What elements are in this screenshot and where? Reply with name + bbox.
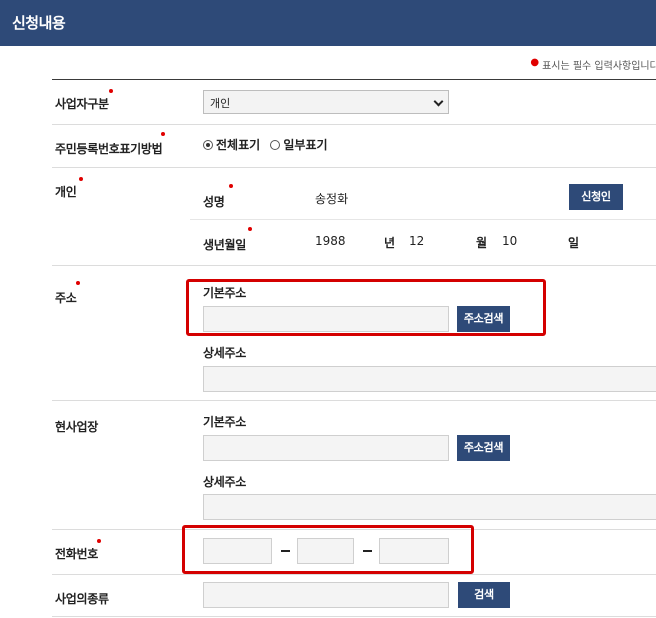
row-divider bbox=[52, 616, 656, 617]
radio-checked-icon[interactable] bbox=[203, 140, 213, 150]
header-bar: 신청내용 bbox=[0, 0, 656, 46]
sub-row-divider bbox=[190, 219, 656, 220]
birth-day-unit: 일 bbox=[568, 236, 580, 250]
row-divider bbox=[52, 167, 656, 168]
required-dot-icon bbox=[97, 539, 101, 543]
required-dot-icon bbox=[79, 177, 83, 181]
workplace-label: 현사업장 bbox=[55, 420, 98, 434]
birth-label: 생년월일 bbox=[203, 238, 246, 252]
individual-label: 개인 bbox=[55, 185, 77, 199]
applicant-button[interactable]: 신청인 bbox=[569, 184, 623, 210]
radio-full-display[interactable]: 전체표기 bbox=[203, 138, 260, 152]
name-value: 송정화 bbox=[315, 192, 349, 206]
table-top-line bbox=[52, 79, 656, 80]
workplace-detail-label: 상세주소 bbox=[203, 475, 246, 489]
name-label: 성명 bbox=[203, 195, 225, 209]
id-display-radio-group: 전체표기 일부표기 bbox=[203, 136, 334, 153]
business-kind-search-button[interactable]: 검색 bbox=[458, 582, 510, 608]
business-type-selected: 개인 bbox=[210, 97, 231, 110]
business-kind-input[interactable] bbox=[203, 582, 449, 608]
required-dot-icon bbox=[76, 281, 80, 285]
highlight-box-phone bbox=[182, 525, 474, 574]
birth-day: 10 bbox=[502, 234, 518, 248]
chevron-down-icon bbox=[433, 96, 444, 107]
address-detail-input[interactable] bbox=[203, 366, 656, 392]
required-dot-icon bbox=[229, 184, 233, 188]
row-divider bbox=[52, 574, 656, 575]
id-display-label: 주민등록번호표기방법 bbox=[55, 142, 163, 156]
radio-partial-display-label: 일부표기 bbox=[283, 138, 328, 152]
radio-unchecked-icon[interactable] bbox=[270, 140, 281, 150]
required-dot-icon bbox=[248, 227, 252, 231]
required-note: ● 표시는 필수 입력사항입니다. bbox=[530, 57, 656, 72]
page-title: 신청내용 bbox=[12, 14, 66, 32]
birth-month: 12 bbox=[409, 234, 425, 248]
address-label: 주소 bbox=[55, 291, 77, 305]
row-divider bbox=[52, 265, 656, 266]
required-dot-icon bbox=[109, 89, 113, 93]
business-kind-label: 사업의종류 bbox=[55, 592, 109, 606]
required-dot-icon: ● bbox=[530, 57, 540, 68]
business-type-label: 사업자구분 bbox=[55, 97, 109, 111]
workplace-search-button[interactable]: 주소검색 bbox=[457, 435, 510, 461]
birth-month-unit: 월 bbox=[476, 236, 488, 250]
required-note-text: 표시는 필수 입력사항입니다. bbox=[542, 61, 656, 72]
workplace-basic-input[interactable] bbox=[203, 435, 449, 461]
row-divider bbox=[52, 400, 656, 401]
address-detail-label: 상세주소 bbox=[203, 346, 246, 360]
radio-full-display-label: 전체표기 bbox=[216, 138, 261, 152]
row-divider bbox=[52, 124, 656, 125]
workplace-detail-input[interactable] bbox=[203, 494, 656, 520]
highlight-box-address bbox=[186, 279, 546, 336]
phone-label: 전화번호 bbox=[55, 547, 98, 561]
birth-year-unit: 년 bbox=[384, 236, 396, 250]
radio-partial-display[interactable]: 일부표기 bbox=[270, 138, 328, 152]
birth-year: 1988 bbox=[315, 234, 346, 248]
business-type-select[interactable]: 개인 bbox=[203, 90, 449, 114]
required-dot-icon bbox=[161, 132, 165, 136]
workplace-basic-label: 기본주소 bbox=[203, 415, 246, 429]
